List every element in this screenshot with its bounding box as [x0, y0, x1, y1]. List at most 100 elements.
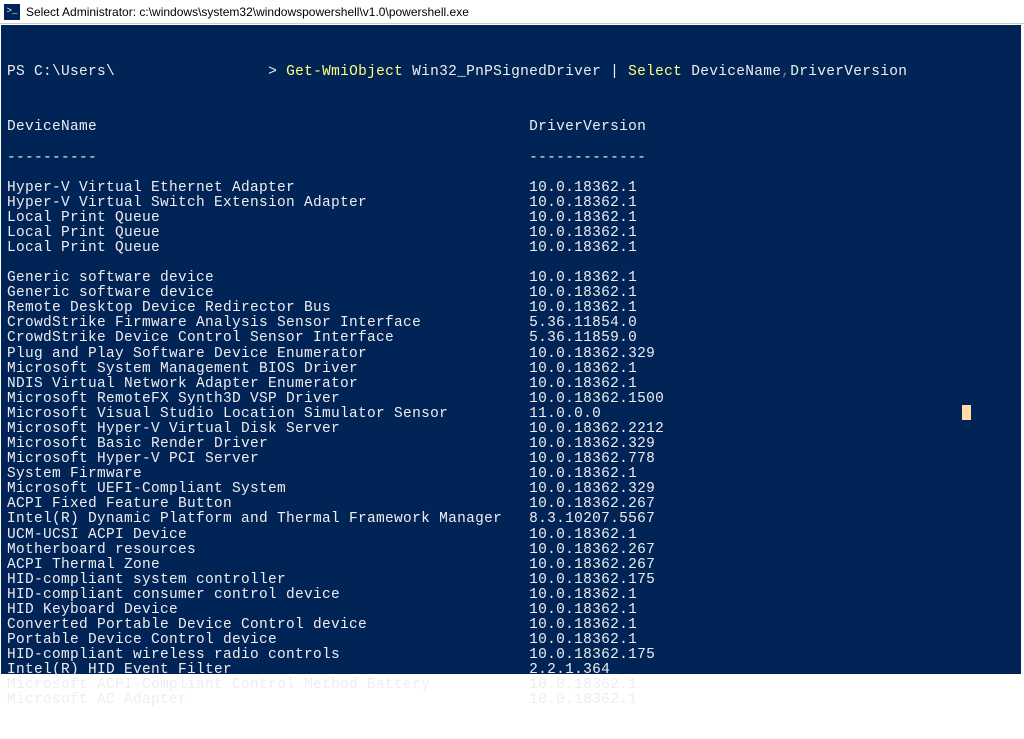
table-row: Intel(R) HID Event Filter 2.2.1.364 — [7, 663, 1013, 678]
driver-version: 2.2.1.364 — [529, 662, 610, 678]
device-name: Microsoft Hyper-V PCI Server — [7, 451, 529, 467]
device-name: HID-compliant consumer control device — [7, 587, 529, 603]
driver-version: 10.0.18362.175 — [529, 647, 655, 663]
driver-version: 10.0.18362.1 — [529, 210, 637, 226]
table-row: Local Print Queue 10.0.18362.1 — [7, 211, 1013, 226]
table-row: NDIS Virtual Network Adapter Enumerator … — [7, 377, 1013, 392]
table-row: Motherboard resources 10.0.18362.267 — [7, 543, 1013, 558]
table-row: Local Print Queue 10.0.18362.1 — [7, 226, 1013, 241]
table-row: CrowdStrike Device Control Sensor Interf… — [7, 331, 1013, 346]
device-name: Local Print Queue — [7, 210, 529, 226]
driver-version: 10.0.18362.1 — [529, 587, 637, 603]
cmdlet-select: Select — [628, 64, 682, 80]
prompt-line: PS C:\Users\ > Get-WmiObject Win32_PnPSi… — [7, 65, 1013, 80]
table-row: Portable Device Control device 10.0.1836… — [7, 633, 1013, 648]
driver-version: 10.0.18362.2212 — [529, 421, 664, 437]
table-row: System Firmware 10.0.18362.1 — [7, 467, 1013, 482]
table-row: Microsoft Visual Studio Location Simulat… — [7, 407, 1013, 422]
pipe: | — [610, 64, 628, 80]
device-name: System Firmware — [7, 466, 529, 482]
device-name: Generic software device — [7, 270, 529, 286]
table-row: Microsoft AC Adapter 10.0.18362.1 — [7, 693, 1013, 708]
driver-version: 10.0.18362.329 — [529, 481, 655, 497]
driver-version: 10.0.18362.778 — [529, 451, 655, 467]
table-row: Intel(R) Dynamic Platform and Thermal Fr… — [7, 512, 1013, 527]
header-driverversion: DriverVersion — [529, 119, 646, 135]
driver-version: 10.0.18362.267 — [529, 557, 655, 573]
table-row: Converted Portable Device Control device… — [7, 618, 1013, 633]
device-name — [7, 255, 529, 271]
driver-version: 10.0.18362.1500 — [529, 391, 664, 407]
device-name: Plug and Play Software Device Enumerator — [7, 346, 529, 362]
driver-version: 10.0.18362.1 — [529, 602, 637, 618]
driver-version: 10.0.18362.1 — [529, 240, 637, 256]
device-name: ACPI Fixed Feature Button — [7, 496, 529, 512]
table-row: Microsoft Hyper-V Virtual Disk Server 10… — [7, 422, 1013, 437]
cmd-arg3: DriverVersion — [790, 64, 907, 80]
table-row: Hyper-V Virtual Switch Extension Adapter… — [7, 196, 1013, 211]
table-row: Microsoft ACPI-Compliant Control Method … — [7, 678, 1013, 693]
dash-driverversion: ------------- — [529, 150, 646, 166]
device-name: Local Print Queue — [7, 225, 529, 241]
device-name: Microsoft RemoteFX Synth3D VSP Driver — [7, 391, 529, 407]
driver-version: 10.0.18362.1 — [529, 180, 637, 196]
device-name: Remote Desktop Device Redirector Bus — [7, 300, 529, 316]
driver-version: 10.0.18362.1 — [529, 195, 637, 211]
driver-version: 10.0.18362.1 — [529, 300, 637, 316]
device-name: UCM-UCSI ACPI Device — [7, 527, 529, 543]
device-name: CrowdStrike Device Control Sensor Interf… — [7, 330, 529, 346]
table-row: HID-compliant wireless radio controls 10… — [7, 648, 1013, 663]
header-devicename: DeviceName — [7, 119, 529, 135]
table-row: UCM-UCSI ACPI Device 10.0.18362.1 — [7, 528, 1013, 543]
driver-version: 10.0.18362.1 — [529, 692, 637, 708]
device-name: HID-compliant wireless radio controls — [7, 647, 529, 663]
device-name: Converted Portable Device Control device — [7, 617, 529, 633]
device-name: Hyper-V Virtual Switch Extension Adapter — [7, 195, 529, 211]
table-row: Microsoft Hyper-V PCI Server 10.0.18362.… — [7, 452, 1013, 467]
table-row: Local Print Queue 10.0.18362.1 — [7, 241, 1013, 256]
table-row: Hyper-V Virtual Ethernet Adapter 10.0.18… — [7, 181, 1013, 196]
device-name: NDIS Virtual Network Adapter Enumerator — [7, 376, 529, 392]
table-row: ACPI Fixed Feature Button 10.0.18362.267 — [7, 497, 1013, 512]
table-row — [7, 256, 1013, 271]
driver-version: 10.0.18362.1 — [529, 466, 637, 482]
table-row: Plug and Play Software Device Enumerator… — [7, 347, 1013, 362]
cursor — [962, 405, 971, 420]
device-name: Intel(R) HID Event Filter — [7, 662, 529, 678]
powershell-icon — [4, 4, 20, 20]
table-row: CrowdStrike Firmware Analysis Sensor Int… — [7, 316, 1013, 331]
driver-version: 10.0.18362.267 — [529, 496, 655, 512]
device-name: Microsoft Visual Studio Location Simulat… — [7, 406, 529, 422]
terminal-area[interactable]: PS C:\Users\ > Get-WmiObject Win32_PnPSi… — [1, 25, 1021, 674]
device-name: Portable Device Control device — [7, 632, 529, 648]
table-row: Generic software device 10.0.18362.1 — [7, 271, 1013, 286]
device-name: ACPI Thermal Zone — [7, 557, 529, 573]
device-name: Local Print Queue — [7, 240, 529, 256]
prompt-angle: > — [268, 64, 286, 80]
device-name: Generic software device — [7, 285, 529, 301]
comma: , — [781, 64, 790, 80]
driver-version: 10.0.18362.1 — [529, 376, 637, 392]
device-name: Microsoft UEFI-Compliant System — [7, 481, 529, 497]
device-name: Hyper-V Virtual Ethernet Adapter — [7, 180, 529, 196]
device-name: Microsoft AC Adapter — [7, 692, 529, 708]
device-name: Microsoft System Management BIOS Driver — [7, 361, 529, 377]
driver-version: 10.0.18362.267 — [529, 542, 655, 558]
driver-version: 11.0.0.0 — [529, 406, 601, 422]
table-row: HID-compliant system controller 10.0.183… — [7, 573, 1013, 588]
device-name: Microsoft ACPI-Compliant Control Method … — [7, 677, 529, 693]
device-name: Intel(R) Dynamic Platform and Thermal Fr… — [7, 511, 529, 527]
driver-version: 5.36.11859.0 — [529, 330, 637, 346]
table-row: Generic software device 10.0.18362.1 — [7, 286, 1013, 301]
driver-version: 8.3.10207.5567 — [529, 511, 655, 527]
driver-version: 10.0.18362.1 — [529, 677, 637, 693]
driver-version: 10.0.18362.1 — [529, 527, 637, 543]
table-row: HID-compliant consumer control device 10… — [7, 588, 1013, 603]
table-row: Microsoft Basic Render Driver 10.0.18362… — [7, 437, 1013, 452]
driver-version: 10.0.18362.1 — [529, 632, 637, 648]
titlebar[interactable]: Select Administrator: c:\windows\system3… — [0, 0, 1024, 24]
cmdlet-get: Get-WmiObject — [286, 64, 403, 80]
table-row: HID Keyboard Device 10.0.18362.1 — [7, 603, 1013, 618]
header-dashes: ---------- ------------- — [7, 151, 1013, 166]
table-row: ACPI Thermal Zone 10.0.18362.267 — [7, 558, 1013, 573]
